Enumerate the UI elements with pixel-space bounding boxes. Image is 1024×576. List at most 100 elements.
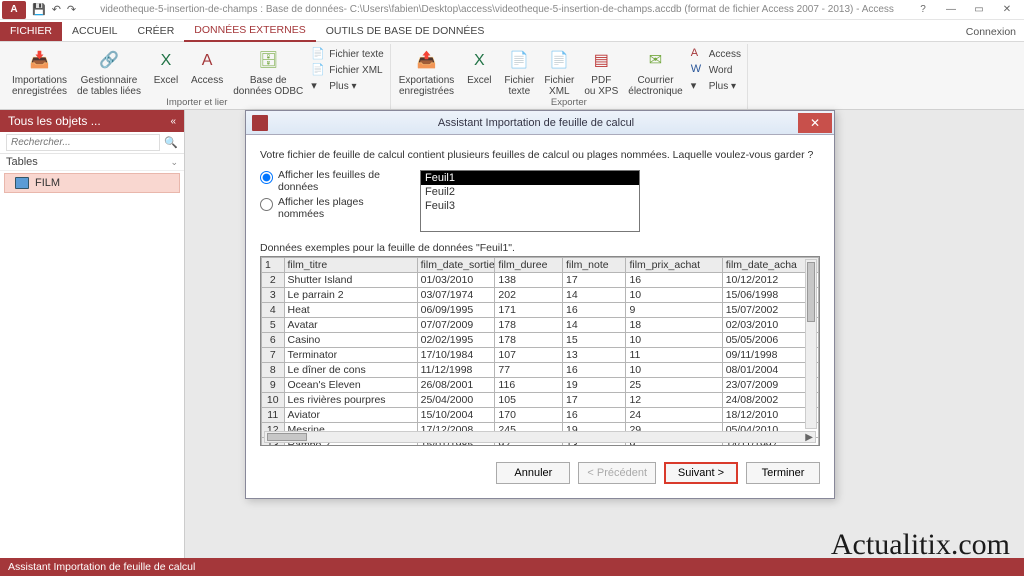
- tab-create[interactable]: CRÉER: [128, 22, 185, 41]
- saved-imports-button[interactable]: 📥Importations enregistrées: [10, 46, 69, 97]
- grid-cell: 16: [626, 273, 722, 288]
- tab-external-data[interactable]: DONNÉES EXTERNES: [184, 21, 315, 42]
- table-row: 11Aviator15/10/2004170162418/12/2010: [262, 408, 819, 423]
- ribbon-group-import-label: Importer et lier: [10, 97, 384, 110]
- scrollbar-thumb[interactable]: [267, 433, 307, 441]
- grid-cell: 178: [495, 333, 563, 348]
- table-row: 6Casino02/02/1995178151005/05/2006: [262, 333, 819, 348]
- nav-table-film[interactable]: FILM: [4, 173, 180, 193]
- status-bar: Assistant Importation de feuille de calc…: [0, 558, 1024, 576]
- row-number: 9: [262, 378, 285, 393]
- app-icon: A: [2, 1, 26, 19]
- import-xml-button[interactable]: 📄Fichier XML: [311, 62, 383, 78]
- help-icon[interactable]: ?: [910, 2, 936, 18]
- list-item[interactable]: Feuil1: [421, 171, 639, 185]
- minimize-button[interactable]: —: [938, 2, 964, 18]
- saved-exports-button[interactable]: 📤Exportations enregistrées: [397, 46, 457, 97]
- import-text-button[interactable]: 📄Fichier texte: [311, 46, 383, 62]
- row-number: 10: [262, 393, 285, 408]
- export-more-button[interactable]: ▾Plus ▾: [691, 78, 741, 94]
- radio-show-worksheets-input[interactable]: [260, 171, 273, 184]
- nav-section-tables[interactable]: Tables ⌄: [0, 154, 184, 171]
- save-icon[interactable]: 💾: [32, 3, 46, 16]
- grid-cell: 9: [626, 303, 722, 318]
- grid-cell: 15: [562, 333, 625, 348]
- radio-show-named-ranges-input[interactable]: [260, 198, 273, 211]
- worksheet-list[interactable]: Feuil1 Feuil2 Feuil3: [420, 170, 640, 232]
- table-row: 4Heat06/09/199517116915/07/2002: [262, 303, 819, 318]
- row-number: 8: [262, 363, 285, 378]
- grid-cell: 171: [495, 303, 563, 318]
- search-input[interactable]: [6, 134, 160, 151]
- linked-table-manager-button[interactable]: 🔗Gestionnaire de tables liées: [75, 46, 143, 97]
- grid-cell: 06/09/1995: [417, 303, 495, 318]
- title-bar: A 💾 ↶ ↷ videotheque-5-insertion-de-champ…: [0, 0, 1024, 20]
- grid-cell: 03/07/1974: [417, 288, 495, 303]
- xml-file-icon: 📄: [311, 63, 325, 77]
- row-number: 7: [262, 348, 285, 363]
- column-header: film_duree: [495, 258, 563, 273]
- grid-cell: 16: [562, 303, 625, 318]
- dialog-close-button[interactable]: ✕: [798, 113, 832, 133]
- nav-pane-header[interactable]: Tous les objets ... «: [0, 110, 184, 132]
- export-pdf-button[interactable]: ▤PDF ou XPS: [582, 46, 620, 97]
- nav-search: 🔍: [0, 132, 184, 154]
- import-more-button[interactable]: ▾Plus ▾: [311, 78, 383, 94]
- row-number: 6: [262, 333, 285, 348]
- document-area: Assistant Importation de feuille de calc…: [185, 110, 1024, 558]
- scrollbar-thumb[interactable]: [807, 262, 815, 322]
- horizontal-scrollbar[interactable]: ▶: [264, 431, 816, 443]
- column-header: film_titre: [284, 258, 417, 273]
- grid-cell: 25/04/2000: [417, 393, 495, 408]
- export-xml-button[interactable]: 📄Fichier XML: [542, 46, 576, 97]
- import-odbc-button[interactable]: 🗄Base de données ODBC: [231, 46, 305, 97]
- tab-database-tools[interactable]: OUTILS DE BASE DE DONNÉES: [316, 22, 495, 41]
- grid-cell: 10: [626, 363, 722, 378]
- list-item[interactable]: Feuil2: [421, 185, 639, 199]
- search-icon[interactable]: 🔍: [164, 136, 178, 149]
- export-excel-button[interactable]: XExcel: [462, 46, 496, 97]
- next-button[interactable]: Suivant >: [664, 462, 738, 484]
- grid-cell: 26/08/2001: [417, 378, 495, 393]
- export-text-button[interactable]: 📄Fichier texte: [502, 46, 536, 97]
- close-button[interactable]: ✕: [994, 2, 1020, 18]
- grid-cell: 14: [562, 318, 625, 333]
- grid-cell: 18: [626, 318, 722, 333]
- radio-show-worksheets[interactable]: Afficher les feuilles de données: [260, 170, 410, 193]
- column-header: film_note: [562, 258, 625, 273]
- chevron-collapse-icon[interactable]: «: [170, 116, 176, 127]
- finish-button[interactable]: Terminer: [746, 462, 820, 484]
- import-access-button[interactable]: AAccess: [189, 46, 225, 97]
- radio-show-named-ranges[interactable]: Afficher les plages nommées: [260, 197, 410, 220]
- import-excel-button[interactable]: XExcel: [149, 46, 183, 97]
- status-text: Assistant Importation de feuille de calc…: [8, 561, 195, 573]
- table-icon: [15, 177, 29, 189]
- odbc-icon: 🗄: [255, 48, 281, 74]
- maximize-button[interactable]: ▭: [966, 2, 992, 18]
- scroll-right-icon[interactable]: ▶: [805, 432, 813, 443]
- text-file-icon: 📄: [506, 48, 532, 74]
- grid-cell: Le dîner de cons: [284, 363, 417, 378]
- table-row: 8Le dîner de cons11/12/199877161008/01/2…: [262, 363, 819, 378]
- export-email-button[interactable]: ✉Courrier électronique: [626, 46, 684, 97]
- tab-file[interactable]: FICHIER: [0, 22, 62, 41]
- undo-icon[interactable]: ↶: [52, 3, 61, 16]
- row-number: 11: [262, 408, 285, 423]
- export-access-button[interactable]: AAccess: [691, 46, 741, 62]
- dialog-title: Assistant Importation de feuille de calc…: [274, 117, 798, 129]
- excel-icon: X: [466, 48, 492, 74]
- grid-corner: 1: [262, 258, 285, 273]
- export-word-button[interactable]: WWord: [691, 62, 741, 78]
- pdf-icon: ▤: [588, 48, 614, 74]
- signin-link[interactable]: Connexion: [958, 23, 1024, 41]
- list-item[interactable]: Feuil3: [421, 199, 639, 213]
- access-icon: A: [194, 48, 220, 74]
- vertical-scrollbar[interactable]: [805, 259, 817, 429]
- grid-cell: 13: [562, 348, 625, 363]
- word-icon: W: [691, 63, 705, 77]
- tab-home[interactable]: ACCUEIL: [62, 22, 128, 41]
- cancel-button[interactable]: Annuler: [496, 462, 570, 484]
- chevron-up-icon: ⌄: [170, 157, 178, 168]
- table-row: 5Avatar07/07/2009178141802/03/2010: [262, 318, 819, 333]
- redo-icon[interactable]: ↷: [67, 3, 76, 16]
